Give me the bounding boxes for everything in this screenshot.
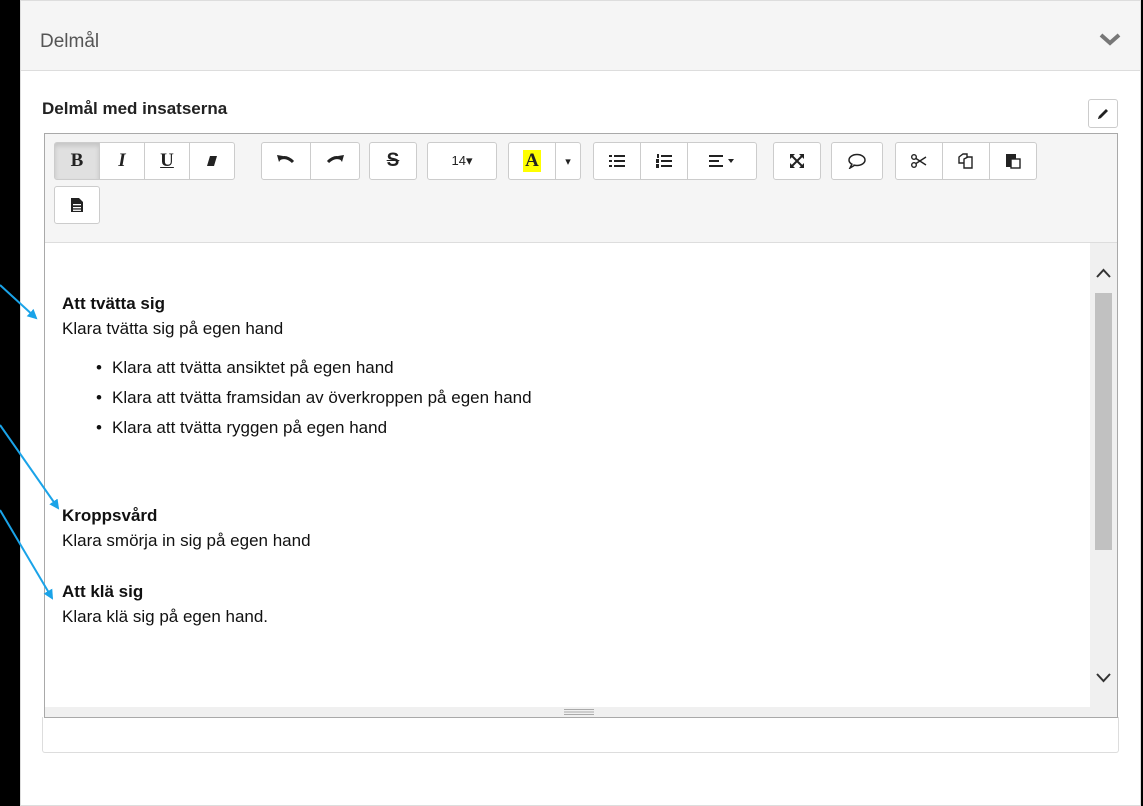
ordered-list-icon — [656, 154, 672, 168]
scrollbar[interactable] — [1090, 243, 1117, 707]
section-text: Klara klä sig på egen hand. — [62, 607, 269, 626]
text-color-dropdown[interactable]: ▾ — [555, 142, 581, 180]
subgoal-panel: Delmål Delmål med insatserna B I U S 14▾… — [20, 0, 1141, 806]
underline-button[interactable]: U — [144, 142, 190, 180]
scrollbar-thumb[interactable] — [1095, 293, 1112, 550]
list-item: Klara att tvätta framsidan av överkroppe… — [96, 383, 1090, 413]
italic-button[interactable]: I — [99, 142, 145, 180]
text-color-icon: A — [523, 150, 541, 172]
panel-title: Delmål — [40, 31, 100, 52]
paste-icon — [1006, 154, 1021, 169]
pencil-icon — [1098, 108, 1108, 119]
copy-icon — [958, 153, 973, 169]
text-color-button[interactable]: A — [508, 142, 556, 180]
undo-icon — [277, 155, 295, 164]
clipboard-group — [895, 142, 1037, 180]
edit-button[interactable] — [1088, 99, 1118, 128]
paragraph-group — [593, 142, 757, 180]
document-icon — [71, 198, 83, 212]
fullscreen-button[interactable] — [773, 142, 821, 180]
eraser-icon — [207, 156, 217, 166]
field-label: Delmål med insatserna — [42, 99, 228, 118]
redo-icon — [326, 155, 344, 164]
editor-footer — [42, 717, 1119, 753]
chevron-down-icon[interactable] — [1098, 31, 1122, 49]
unordered-list-button[interactable] — [593, 142, 641, 180]
strike-group: S — [369, 142, 417, 180]
align-dropdown[interactable] — [687, 142, 757, 180]
grip-icon — [564, 709, 594, 715]
section-text: Klara smörja in sig på egen hand — [62, 531, 311, 550]
align-icon — [709, 155, 734, 167]
scroll-up-icon[interactable] — [1095, 267, 1112, 281]
copy-button[interactable] — [942, 142, 990, 180]
document-group — [54, 186, 100, 224]
bullet-list: Klara att tvätta ansiktet på egen hand K… — [62, 353, 1090, 443]
comment-button[interactable] — [831, 142, 883, 180]
view-group — [773, 142, 821, 180]
list-item: Klara att tvätta ansiktet på egen hand — [96, 353, 1090, 383]
editor-content[interactable]: Att tvätta sig Klara tvätta sig på egen … — [45, 243, 1090, 707]
rich-text-editor: B I U S 14▾ A ▾ Att tvätta sig Klara tvä… — [44, 133, 1118, 718]
section-text: Klara tvätta sig på egen hand — [62, 319, 284, 338]
paste-button[interactable] — [989, 142, 1037, 180]
unordered-list-icon — [609, 155, 625, 167]
comment-group — [831, 142, 883, 180]
panel-heading[interactable]: Delmål — [21, 1, 1140, 71]
section-title: Att klä sig — [62, 582, 144, 601]
editor-toolbar: B I U S 14▾ A ▾ — [45, 134, 1117, 243]
list-item: Klara att tvätta ryggen på egen hand — [96, 413, 1090, 443]
redo-button[interactable] — [310, 142, 360, 180]
comment-icon — [848, 153, 866, 169]
scissors-icon — [911, 154, 927, 168]
undo-button[interactable] — [261, 142, 311, 180]
font-size-group: 14▾ — [427, 142, 497, 180]
clear-format-button[interactable] — [189, 142, 235, 180]
format-group: B I U — [54, 142, 235, 180]
font-size-dropdown[interactable]: 14▾ — [427, 142, 497, 180]
bold-button[interactable]: B — [54, 142, 100, 180]
history-group — [261, 142, 360, 180]
strikethrough-button[interactable]: S — [369, 142, 417, 180]
section-title: Att tvätta sig — [62, 294, 165, 313]
fullscreen-icon — [790, 154, 804, 168]
document-button[interactable] — [54, 186, 100, 224]
ordered-list-button[interactable] — [640, 142, 688, 180]
section-title: Kroppsvård — [62, 506, 158, 525]
color-group: A ▾ — [508, 142, 581, 180]
scroll-down-icon[interactable] — [1095, 670, 1112, 684]
resize-handle[interactable] — [45, 707, 1117, 717]
cut-button[interactable] — [895, 142, 943, 180]
